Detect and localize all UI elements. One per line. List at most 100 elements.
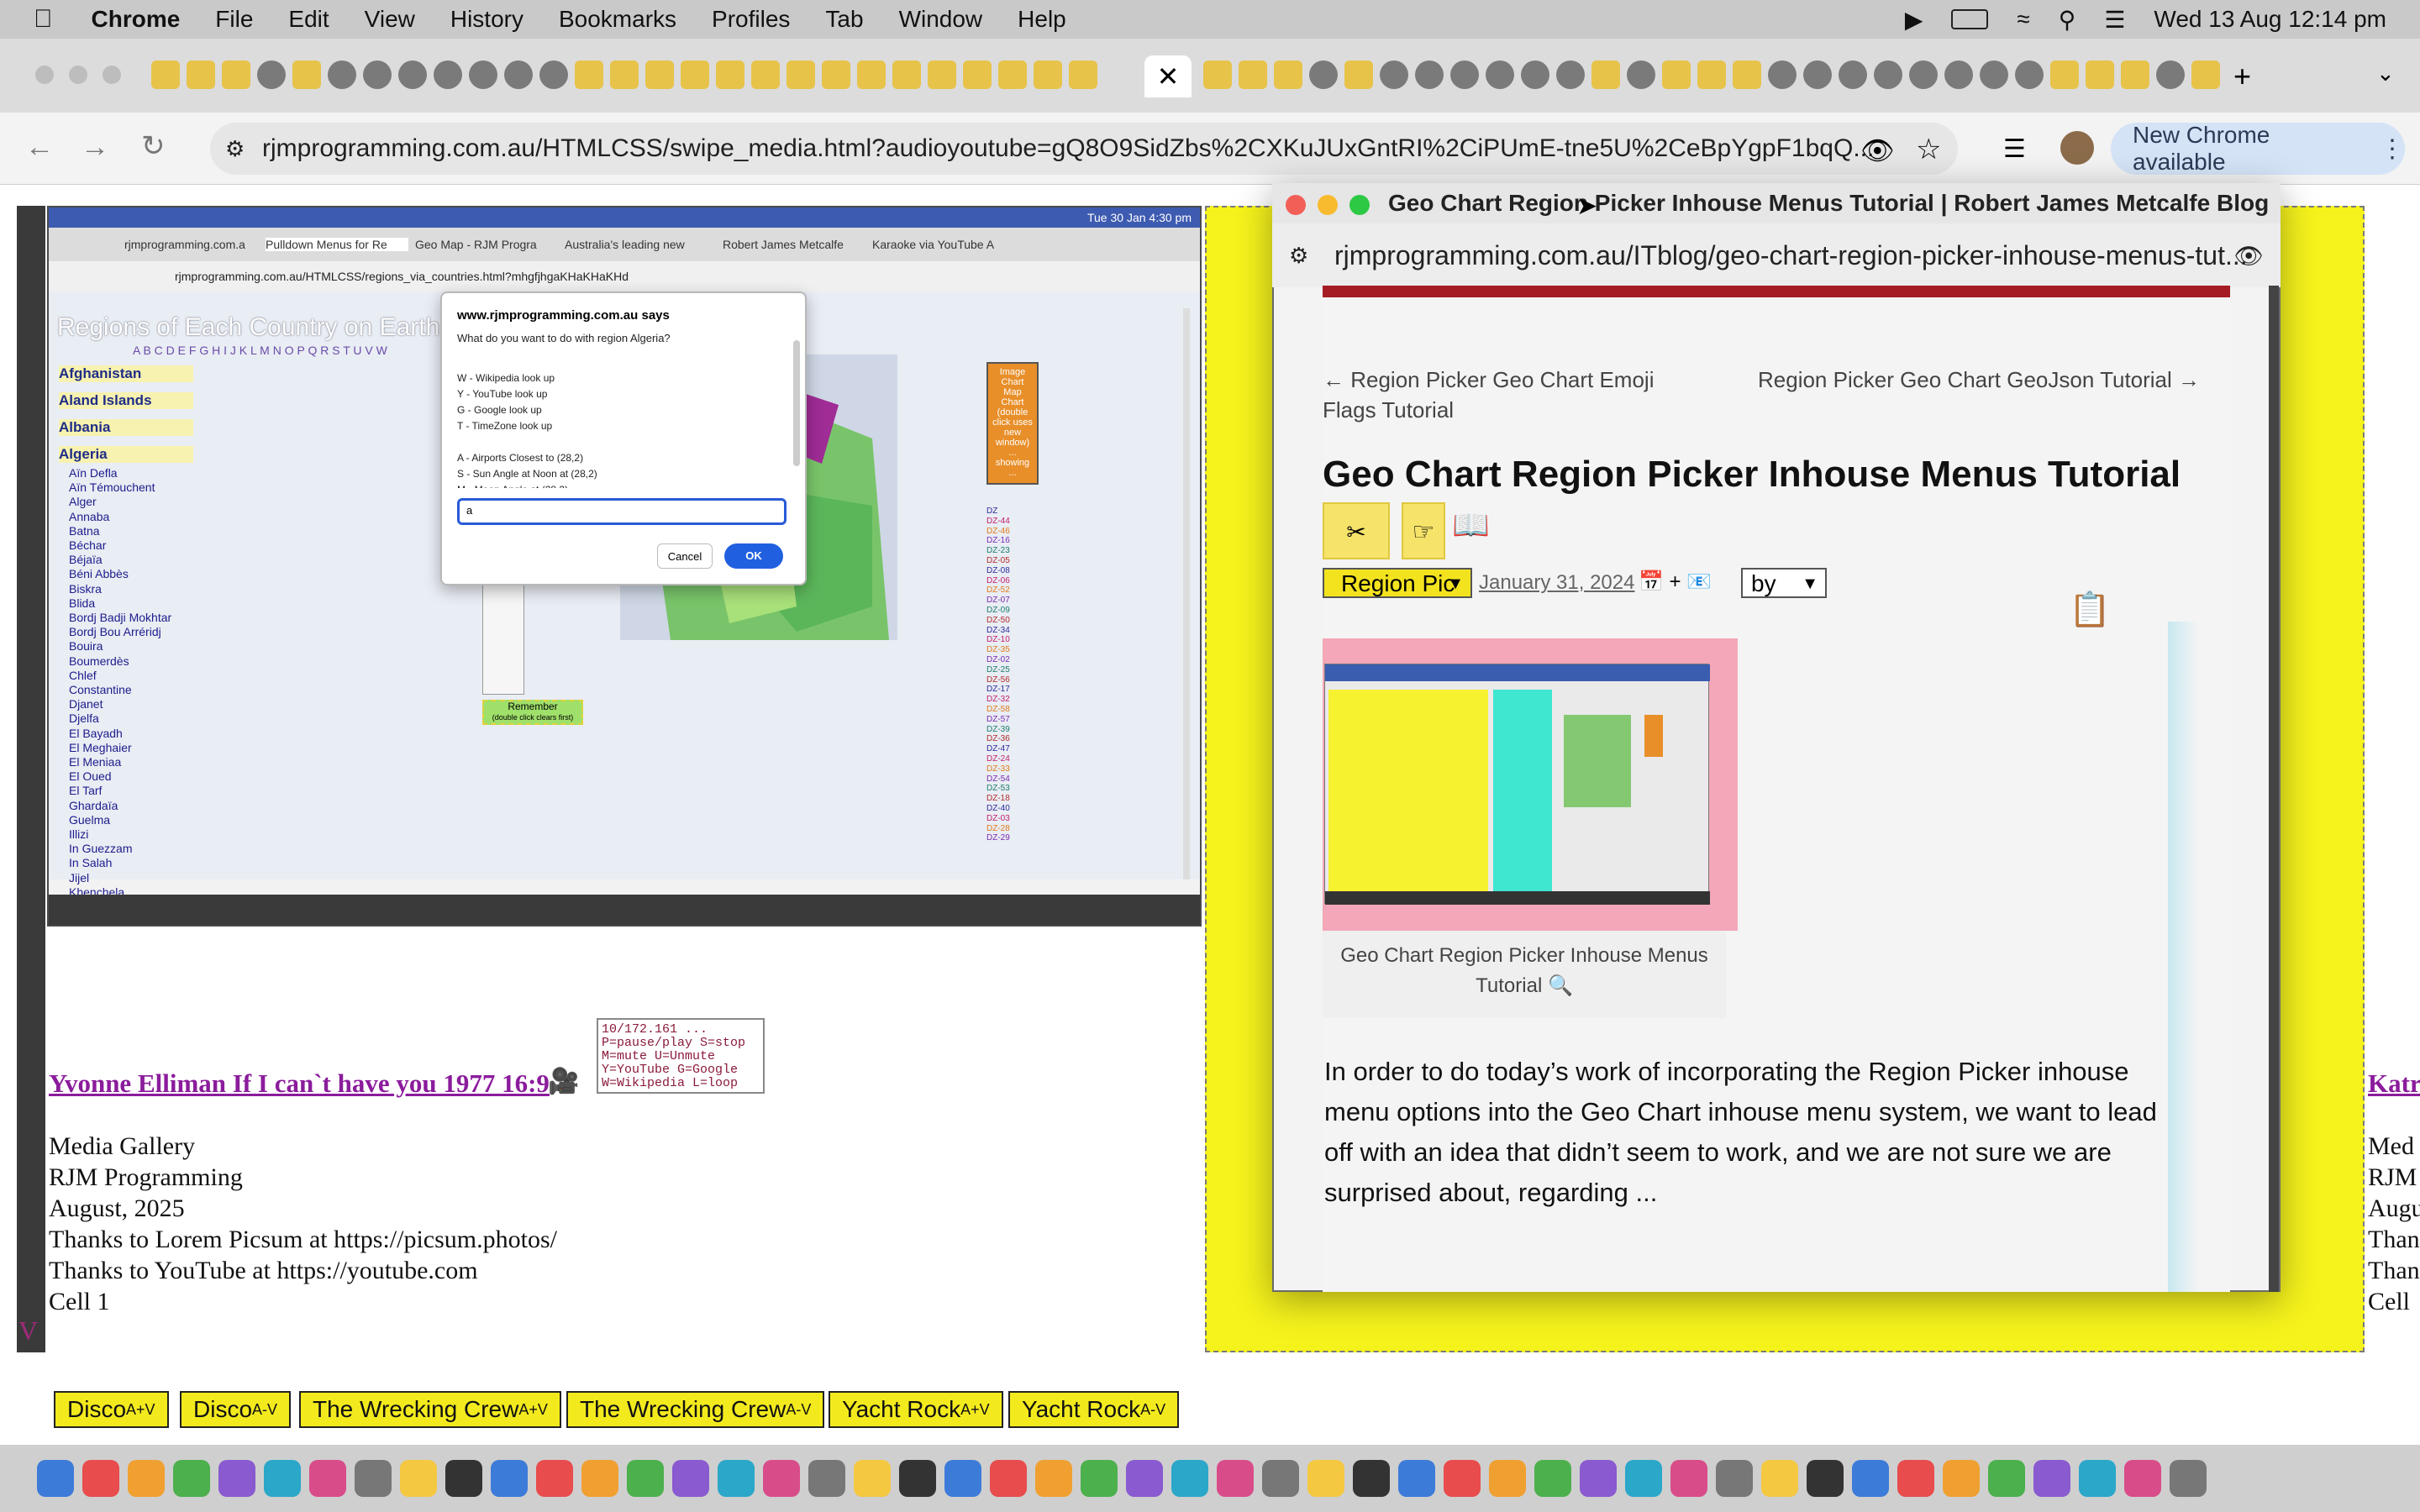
region-code[interactable]: DZ-44 <box>986 517 1037 527</box>
popup-zoom-button[interactable] <box>1349 195 1370 215</box>
date-tools-icons[interactable]: 📅 + 📧 <box>1639 570 1712 594</box>
popup-close-button[interactable] <box>1286 195 1306 215</box>
dock-app-icon[interactable] <box>1670 1460 1707 1497</box>
region-item[interactable]: Béjaïa <box>69 553 271 567</box>
tab-favicon[interactable] <box>2191 60 2220 89</box>
tab-favicon[interactable] <box>928 60 956 89</box>
tab-favicon[interactable] <box>292 60 321 89</box>
region-code[interactable]: DZ-34 <box>986 626 1037 636</box>
dock-app-icon[interactable] <box>1035 1460 1072 1497</box>
menu-history[interactable]: History <box>450 6 523 33</box>
menu-view[interactable]: View <box>365 6 415 33</box>
next-post-link[interactable]: Region Picker Geo Chart GeoJson Tutorial… <box>1758 365 2212 395</box>
reload-icon[interactable]: ↻ <box>141 129 166 163</box>
region-code[interactable]: DZ-02 <box>986 655 1037 665</box>
tab-favicon[interactable] <box>328 60 356 89</box>
tab-favicon[interactable] <box>1521 60 1549 89</box>
tab-favicon[interactable] <box>716 60 744 89</box>
dock-app-icon[interactable] <box>1534 1460 1571 1497</box>
yacht-rock-av-button[interactable]: Yacht Rock A+V <box>829 1391 1003 1428</box>
dialog-scrollbar[interactable] <box>793 340 800 466</box>
figure-thumbnail[interactable] <box>1324 664 1710 905</box>
remember-button[interactable]: Remember (double click clears first) <box>482 700 583 725</box>
menu-file[interactable]: File <box>215 6 253 33</box>
apple-icon[interactable]:  <box>34 5 53 34</box>
dock-app-icon[interactable] <box>1716 1460 1753 1497</box>
tab-favicon[interactable] <box>1697 60 1726 89</box>
magnifier-icon[interactable]: 🔍 <box>1548 974 1573 997</box>
region-item[interactable]: El Oued <box>69 769 271 784</box>
menu-edit[interactable]: Edit <box>288 6 329 33</box>
video-camera-icon[interactable]: 🎥 <box>548 1067 579 1096</box>
region-picker-select[interactable]: Region Pic ▼ <box>1323 568 1472 598</box>
back-arrow-icon[interactable]: ← <box>25 131 54 164</box>
dock-app-icon[interactable] <box>718 1460 755 1497</box>
dock-app-icon[interactable] <box>82 1460 119 1497</box>
tab-favicon[interactable] <box>504 60 533 89</box>
region-code[interactable]: DZ-35 <box>986 645 1037 655</box>
profile-avatar[interactable] <box>2060 131 2094 165</box>
more-menu-icon[interactable]: ⋮ <box>2380 134 2405 164</box>
region-code[interactable]: DZ-53 <box>986 784 1037 794</box>
tab-favicon[interactable] <box>2121 60 2149 89</box>
menu-window[interactable]: Window <box>899 6 983 33</box>
tab-favicon[interactable] <box>1627 60 1655 89</box>
region-item[interactable]: Bordj Badji Mokhtar <box>69 611 271 625</box>
region-item[interactable]: El Meniaa <box>69 755 271 769</box>
region-code[interactable]: DZ-10 <box>986 635 1037 645</box>
author-select[interactable]: by ▼ <box>1741 568 1827 598</box>
dock-app-icon[interactable] <box>400 1460 437 1497</box>
new-tab-plus-icon[interactable]: + <box>2233 59 2251 94</box>
dock-app-icon[interactable] <box>1217 1460 1254 1497</box>
tab-favicon[interactable] <box>1909 60 1938 89</box>
disco-av-button[interactable]: Disco A+V <box>54 1391 169 1428</box>
dock-app-icon[interactable] <box>672 1460 709 1497</box>
tab-favicon[interactable] <box>1839 60 1867 89</box>
dock-app-icon[interactable] <box>355 1460 392 1497</box>
menu-profiles[interactable]: Profiles <box>712 6 790 33</box>
dock-app-icon[interactable] <box>1444 1460 1481 1497</box>
active-tab-close-icon[interactable]: ✕ <box>1144 55 1192 97</box>
inner-scrollbar[interactable] <box>1183 308 1190 879</box>
dock-app-icon[interactable] <box>1897 1460 1934 1497</box>
region-code[interactable]: DZ-47 <box>986 744 1037 754</box>
dock-app-icon[interactable] <box>264 1460 301 1497</box>
alpha-index[interactable]: A B C D E F G H I J K L M N O P Q R S T … <box>133 344 387 357</box>
region-code[interactable]: DZ-28 <box>986 824 1037 834</box>
battery-icon[interactable] <box>1951 9 1989 29</box>
popup-title-bar[interactable]: Geo Chart Region Picker Inhouse Menus Tu… <box>1272 183 2281 223</box>
dock-app-icon[interactable] <box>627 1460 664 1497</box>
inner-tab[interactable]: Australia's leading new <box>565 238 716 251</box>
dock-app-icon[interactable] <box>491 1460 528 1497</box>
next-song-link[interactable]: Katri <box>2368 1068 2420 1099</box>
tab-favicon[interactable] <box>681 60 709 89</box>
dock-app-icon[interactable] <box>1852 1460 1889 1497</box>
dock-app-icon[interactable] <box>854 1460 891 1497</box>
country-item[interactable]: Albania <box>59 419 193 436</box>
region-item[interactable]: Djanet <box>69 697 271 711</box>
region-item[interactable]: El Tarf <box>69 784 271 798</box>
tab-favicon[interactable] <box>1344 60 1373 89</box>
tab-favicon[interactable] <box>2015 60 2044 89</box>
post-date[interactable]: January 31, 2024 <box>1479 571 1634 595</box>
tab-favicon[interactable] <box>1069 60 1097 89</box>
tab-favicon[interactable] <box>822 60 850 89</box>
inner-tab[interactable]: Geo Map - RJM Progra <box>415 238 558 251</box>
song-link[interactable]: Yvonne Elliman If I can`t have you 1977 … <box>49 1068 550 1099</box>
region-item[interactable]: In Guezzam <box>69 842 271 856</box>
tab-favicon[interactable] <box>1034 60 1062 89</box>
tab-favicon[interactable] <box>575 60 603 89</box>
clock[interactable]: Wed 13 Aug 12:14 pm <box>2154 6 2386 33</box>
country-item-selected[interactable]: Algeria <box>59 446 193 463</box>
region-code[interactable]: DZ-05 <box>986 556 1037 566</box>
region-code[interactable]: DZ-09 <box>986 606 1037 616</box>
dialog-cancel-button[interactable]: Cancel <box>657 543 713 569</box>
menu-help[interactable]: Help <box>1018 6 1066 33</box>
tab-favicon[interactable] <box>469 60 497 89</box>
region-code[interactable]: DZ-58 <box>986 705 1037 715</box>
inner-tab-active[interactable]: Pulldown Menus for Re <box>266 238 408 251</box>
tab-favicon[interactable] <box>2050 60 2079 89</box>
region-code[interactable]: DZ-40 <box>986 804 1037 814</box>
window-zoom-button[interactable] <box>103 66 121 84</box>
dock-app-icon[interactable] <box>1081 1460 1118 1497</box>
